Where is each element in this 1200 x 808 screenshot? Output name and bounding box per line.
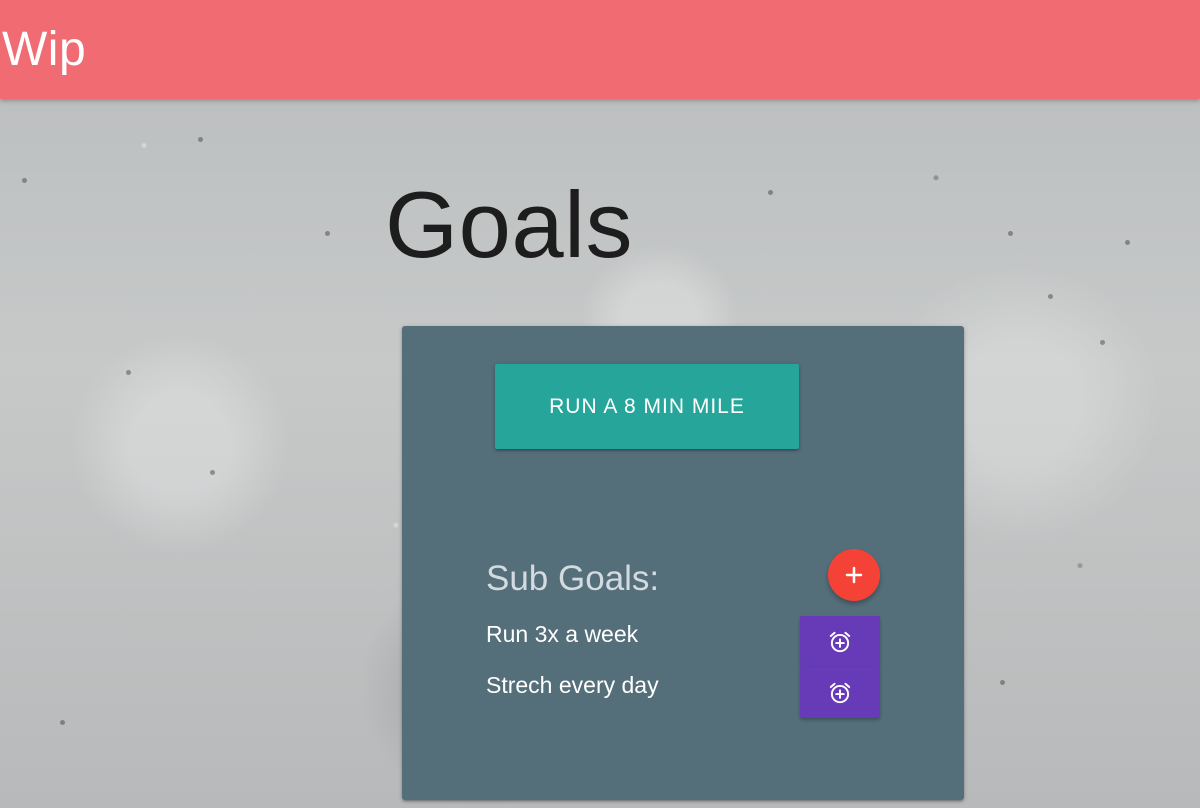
- add-alarm-icon: [827, 680, 853, 706]
- texture-dot: [1100, 340, 1105, 345]
- texture-dot: [325, 231, 330, 236]
- sub-goal-label: Run 3x a week: [486, 621, 639, 647]
- add-sub-goal-button[interactable]: [828, 549, 880, 601]
- sub-goal-item: Run 3x a week: [486, 616, 880, 667]
- sub-goal-item: Strech every day: [486, 667, 880, 718]
- goal-button[interactable]: RUN A 8 MIN MILE: [495, 364, 799, 449]
- texture-dot: [1048, 294, 1053, 299]
- app-bar: Wip: [0, 0, 1200, 99]
- goal-card: RUN A 8 MIN MILE Sub Goals: Run 3x a wee…: [402, 326, 964, 800]
- texture-dot: [1125, 240, 1130, 245]
- texture-dot: [210, 470, 215, 475]
- app-title: Wip: [2, 23, 87, 76]
- add-alarm-button[interactable]: [800, 616, 880, 667]
- texture-dot: [60, 720, 65, 725]
- texture-dot: [768, 190, 773, 195]
- texture-dot: [198, 137, 203, 142]
- add-alarm-icon: [827, 629, 853, 655]
- sub-goal-label: Strech every day: [486, 672, 659, 698]
- texture-dot: [22, 178, 27, 183]
- texture-dot: [126, 370, 131, 375]
- sub-goals-title: Sub Goals:: [486, 559, 660, 598]
- texture-dot: [1000, 680, 1005, 685]
- add-alarm-button[interactable]: [800, 667, 880, 718]
- texture-dot: [1008, 231, 1013, 236]
- plus-icon: [842, 563, 866, 587]
- page-title: Goals: [385, 172, 634, 277]
